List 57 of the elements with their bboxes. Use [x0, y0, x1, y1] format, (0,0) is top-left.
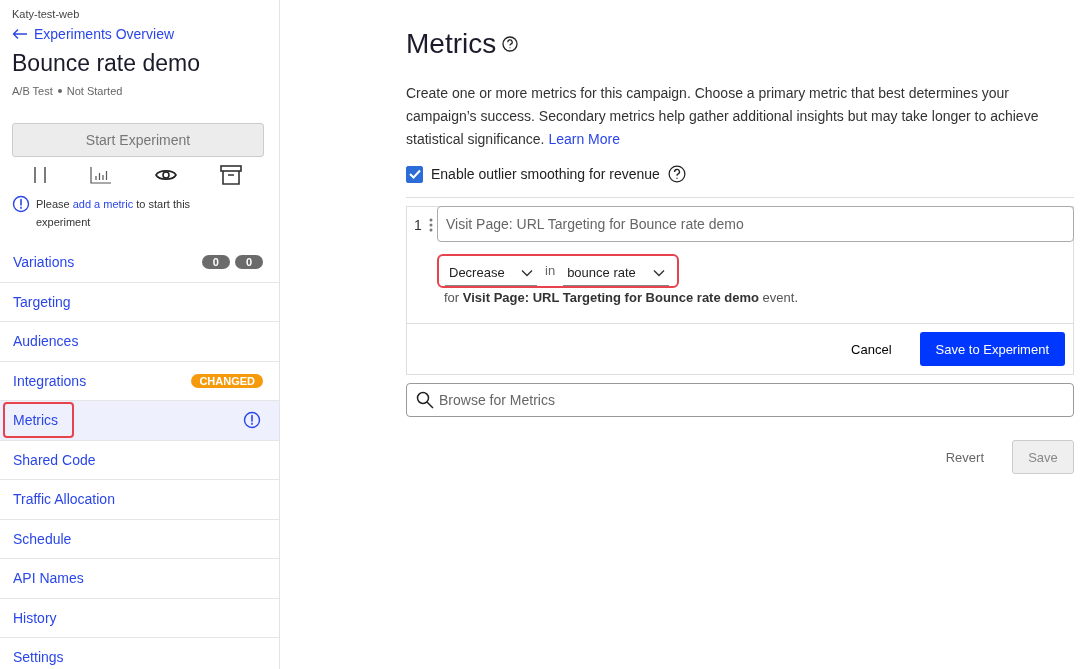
checkbox-label: Enable outlier smoothing for revenue: [431, 166, 660, 182]
add-metric-link[interactable]: add a metric: [72, 198, 134, 210]
sidebar-item[interactable]: Settings: [0, 638, 279, 669]
notice-text: Please add a metric to start this experiment: [36, 197, 192, 230]
help-icon[interactable]: [667, 165, 686, 183]
description-text: Create one or more metrics for this campaign. Choose a primary metric that best determines your campaign’s success. Secondary metrics help gather additional insights but may take longer to achieve statistical significance. Learn More: [406, 84, 1040, 149]
sidebar-item[interactable]: Targeting: [0, 282, 279, 322]
sidebar-item[interactable]: API Names: [0, 559, 279, 599]
bar-chart-icon[interactable]: [90, 166, 113, 184]
eye-icon[interactable]: [154, 168, 177, 182]
metric-number: 1: [413, 216, 423, 233]
sidebar-item-label: Targeting: [13, 293, 71, 310]
chevron-down-icon: [653, 268, 666, 277]
info-icon: [12, 195, 30, 213]
sidebar-item[interactable]: Schedule: [0, 519, 279, 559]
revert-button[interactable]: Revert: [939, 448, 990, 466]
sidebar-item-label: Metrics: [13, 412, 59, 429]
back-link[interactable]: Experiments Overview: [12, 26, 263, 42]
sidebar-item-label: Variations: [13, 254, 75, 271]
sidebar-item-label: Audiences: [13, 333, 79, 350]
back-arrow-icon: [12, 28, 28, 40]
browse-metrics-field[interactable]: Browse for Metrics: [406, 383, 1074, 417]
experiment-type: A/B Test: [12, 85, 53, 97]
sidebar-item[interactable]: History: [0, 598, 279, 638]
experiment-status: Not Started: [66, 85, 123, 97]
metric-name-field[interactable]: Visit Page: URL Targeting for Bounce rate demo: [437, 206, 1074, 242]
pause-icon[interactable]: [33, 166, 48, 184]
count-badge: 0: [234, 255, 263, 270]
direction-dropdown[interactable]: Decrease: [445, 259, 537, 286]
metric-summary: for Visit Page: URL Targeting for Bounce rate demo event.: [443, 290, 799, 305]
sidebar-item-label: API Names: [13, 570, 84, 587]
sidebar-item-label: Settings: [13, 649, 64, 666]
checkbox[interactable]: [406, 165, 423, 183]
project-name: Katy-test-web: [12, 8, 81, 20]
drag-handle-icon[interactable]: [429, 216, 433, 233]
sidebar-item[interactable]: Metrics: [0, 401, 279, 441]
cancel-button[interactable]: Cancel: [845, 340, 898, 358]
sidebar-item[interactable]: Traffic Allocation: [0, 480, 279, 520]
sidebar-item[interactable]: Variations 0 0: [0, 243, 279, 283]
sidebar-item[interactable]: Audiences: [0, 322, 279, 362]
sidebar-item[interactable]: Shared Code: [0, 440, 279, 480]
sidebar-item-label: Integrations: [13, 372, 87, 389]
help-icon[interactable]: [502, 36, 519, 52]
sidebar-item-label: Shared Code: [13, 451, 96, 468]
chevron-down-icon: [521, 268, 533, 277]
learn-more-link[interactable]: Learn More: [548, 131, 620, 147]
sidebar-item-label: History: [13, 609, 57, 626]
changed-tag: CHANGED: [191, 373, 263, 388]
measure-dropdown[interactable]: bounce rate: [563, 259, 670, 286]
sidebar-item-label: Schedule: [13, 530, 72, 547]
count-badge: 0: [201, 255, 230, 270]
sidebar-item-label: Traffic Allocation: [13, 491, 115, 508]
save-to-experiment-button[interactable]: Save to Experiment: [919, 332, 1065, 366]
experiment-title: Bounce rate demo: [12, 50, 201, 77]
joiner-text: in: [545, 262, 556, 278]
page-title: Metrics: [406, 28, 497, 60]
archive-icon[interactable]: [219, 165, 242, 185]
